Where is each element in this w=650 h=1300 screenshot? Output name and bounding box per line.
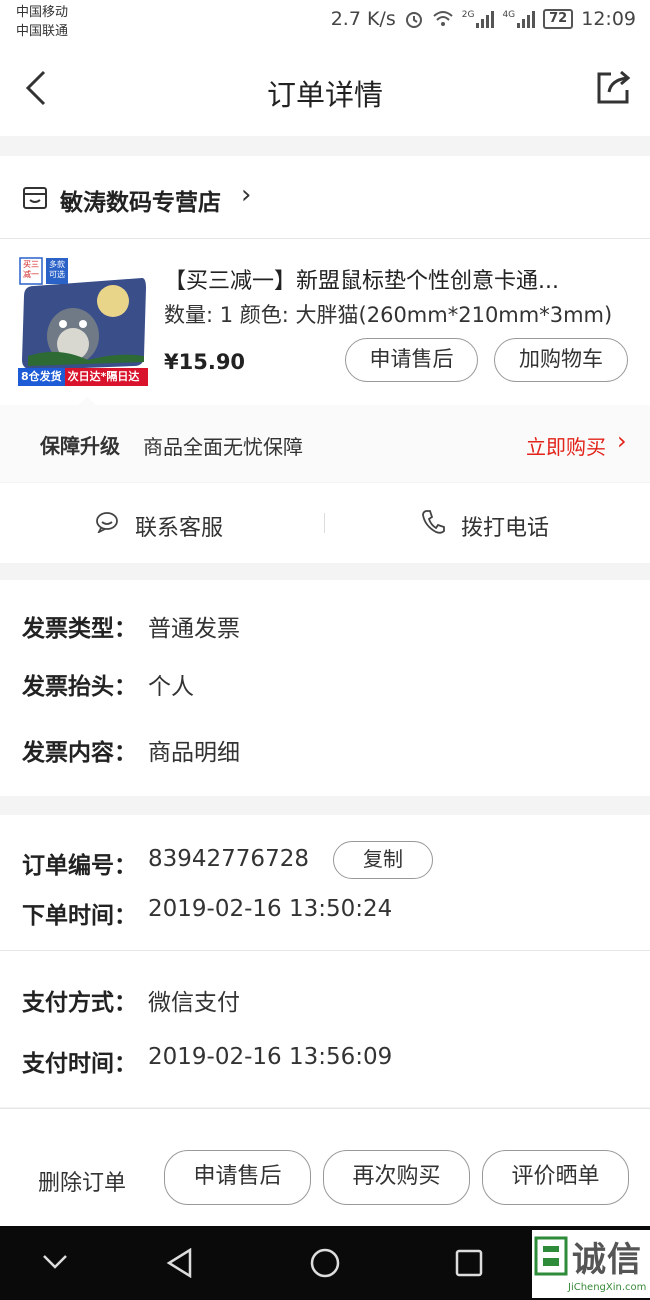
phone-icon (422, 510, 445, 534)
invoice-title-label: 发票抬头： (22, 674, 137, 700)
shop-name: 敏涛数码专营店 (60, 190, 221, 216)
invoice-content-value: 商品明细 (148, 740, 240, 766)
payment-time-value: 2019-02-16 13:56:09 (148, 1044, 393, 1070)
carrier-1: 中国移动 (16, 5, 69, 20)
add-to-cart-button[interactable]: 加购物车 (494, 338, 628, 382)
product-price: ¥15.90 (164, 350, 246, 374)
divider (0, 238, 650, 239)
bottom-action-bar: 删除订单 申请售后 再次购买 评价晒单 (0, 1108, 650, 1227)
watermark-brand: 诚信 (572, 1240, 642, 1280)
watermark-logo-icon (534, 1236, 568, 1276)
guarantee-chevron-icon: › (617, 427, 627, 455)
payment-time-label: 支付时间： (22, 1051, 137, 1077)
product-thumbnail[interactable]: 买三减一 多款可选 8仓发货 次日达*隔日达 (18, 256, 148, 386)
carrier-2: 中国联通 (16, 24, 69, 39)
clock: 12:09 (581, 8, 636, 30)
delete-order-button[interactable]: 删除订单 (38, 1165, 126, 1197)
store-icon (23, 187, 47, 209)
product-spec: 数量: 1 颜色: 大胖猫(260mm*210mm*3mm) (164, 303, 613, 327)
thumb-tag-1: 买三减一 (23, 260, 39, 279)
back-nav-icon[interactable] (166, 1248, 194, 1278)
shop-chevron-icon: › (241, 180, 252, 210)
status-right: 2.7 K/s 2G 4G 72 12:09 (331, 8, 636, 30)
signal-1-icon: 2G (462, 10, 495, 28)
invoice-type-label: 发票类型： (22, 616, 137, 642)
thumb-ship-label: 8仓发货 (18, 368, 65, 386)
pointer-caret-icon (76, 397, 98, 407)
invoice-section: 发票类型： 普通发票 发票抬头： 个人 发票内容： 商品明细 (0, 580, 650, 796)
thumb-shipping-banner: 8仓发货 次日达*隔日达 (18, 368, 148, 386)
wifi-icon (433, 11, 453, 26)
guarantee-buy-link[interactable]: 立即购买 (526, 431, 606, 460)
thumb-tag-2: 多款可选 (49, 260, 65, 279)
rebuy-button[interactable]: 再次购买 (323, 1150, 470, 1205)
guarantee-desc: 商品全面无忧保障 (143, 435, 303, 459)
contact-service-button[interactable]: 联系客服 (0, 483, 325, 563)
invoice-content-label: 发票内容： (22, 740, 137, 766)
signal-2-icon: 4G (502, 10, 536, 28)
call-phone-button[interactable]: 拨打电话 (325, 483, 650, 563)
apply-after-sale-button[interactable]: 申请售后 (345, 338, 478, 382)
net-type-1: 2G (461, 10, 475, 20)
battery-icon: 72 (543, 9, 574, 29)
alarm-icon (405, 12, 422, 28)
payment-method-label: 支付方式： (22, 990, 137, 1016)
recents-nav-icon[interactable] (455, 1249, 483, 1277)
order-time-label: 下单时间： (22, 903, 137, 929)
copy-order-no-button[interactable]: 复制 (333, 841, 433, 879)
order-no-label: 订单编号： (22, 853, 137, 879)
chat-icon (96, 512, 118, 533)
watermark-url: JiChengXin.com (568, 1282, 647, 1293)
call-phone-label: 拨打电话 (461, 516, 550, 541)
watermark: 诚信 JiChengXin.com (532, 1230, 650, 1298)
system-nav-bar: 诚信 JiChengXin.com (0, 1226, 650, 1300)
contact-service-label: 联系客服 (135, 516, 224, 541)
share-icon[interactable] (595, 68, 633, 106)
invoice-title-value: 个人 (148, 674, 194, 700)
home-nav-icon[interactable] (309, 1247, 341, 1279)
shop-row[interactable]: 敏涛数码专营店 › (0, 156, 650, 238)
order-no-value: 83942776728 (148, 846, 309, 872)
status-bar: 中国移动 中国联通 2.7 K/s 2G 4G 72 12:09 (0, 0, 650, 44)
net-type-2: 4G (502, 10, 516, 20)
network-speed: 2.7 K/s (330, 8, 396, 30)
payment-method-value: 微信支付 (148, 990, 240, 1016)
invoice-type-value: 普通发票 (148, 616, 240, 642)
review-button[interactable]: 评价晒单 (482, 1150, 629, 1205)
page-title: 订单详情 (266, 78, 383, 112)
divider (0, 950, 650, 951)
guarantee-row[interactable]: 保障升级 商品全面无忧保障 立即购买 › (0, 397, 650, 482)
contact-row: 联系客服 拨打电话 (0, 483, 650, 563)
guarantee-title: 保障升级 (40, 434, 120, 458)
thumb-fast-label: 次日达*隔日达 (64, 368, 148, 386)
product-name[interactable]: 【买三减一】新盟鼠标垫个性创意卡通... (164, 263, 634, 295)
hide-keyboard-icon[interactable] (42, 1254, 68, 1270)
order-info-section: 订单编号： 83942776728 复制 下单时间： 2019-02-16 13… (0, 815, 650, 1107)
after-sale-button[interactable]: 申请售后 (164, 1150, 311, 1205)
app-header: 订单详情 (0, 44, 650, 136)
order-time-value: 2019-02-16 13:50:24 (148, 896, 393, 922)
